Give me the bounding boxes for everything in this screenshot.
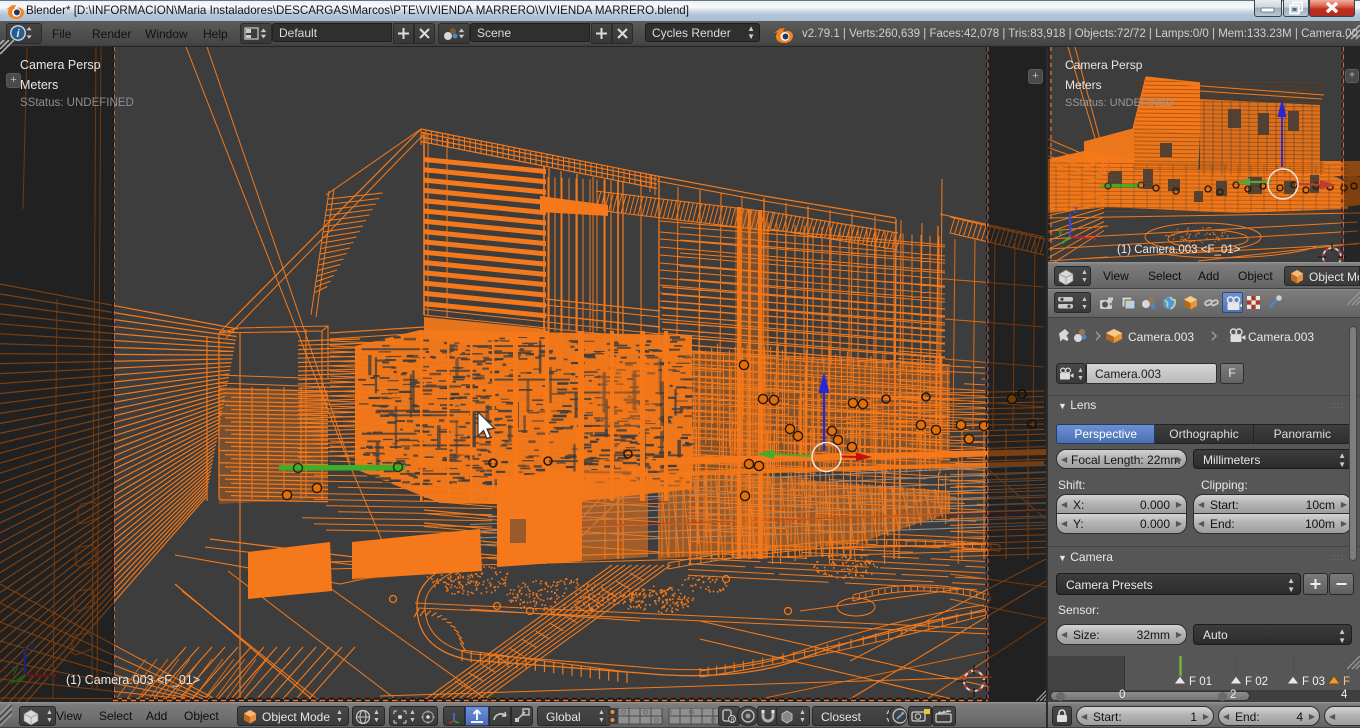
svg-text:F: F: [1343, 676, 1350, 688]
svg-text:8: 8: [731, 717, 735, 724]
svg-text:F 01: F 01: [1189, 676, 1212, 688]
svg-text:F 03: F 03: [1302, 676, 1325, 688]
svg-text:F 02: F 02: [1245, 676, 1268, 688]
